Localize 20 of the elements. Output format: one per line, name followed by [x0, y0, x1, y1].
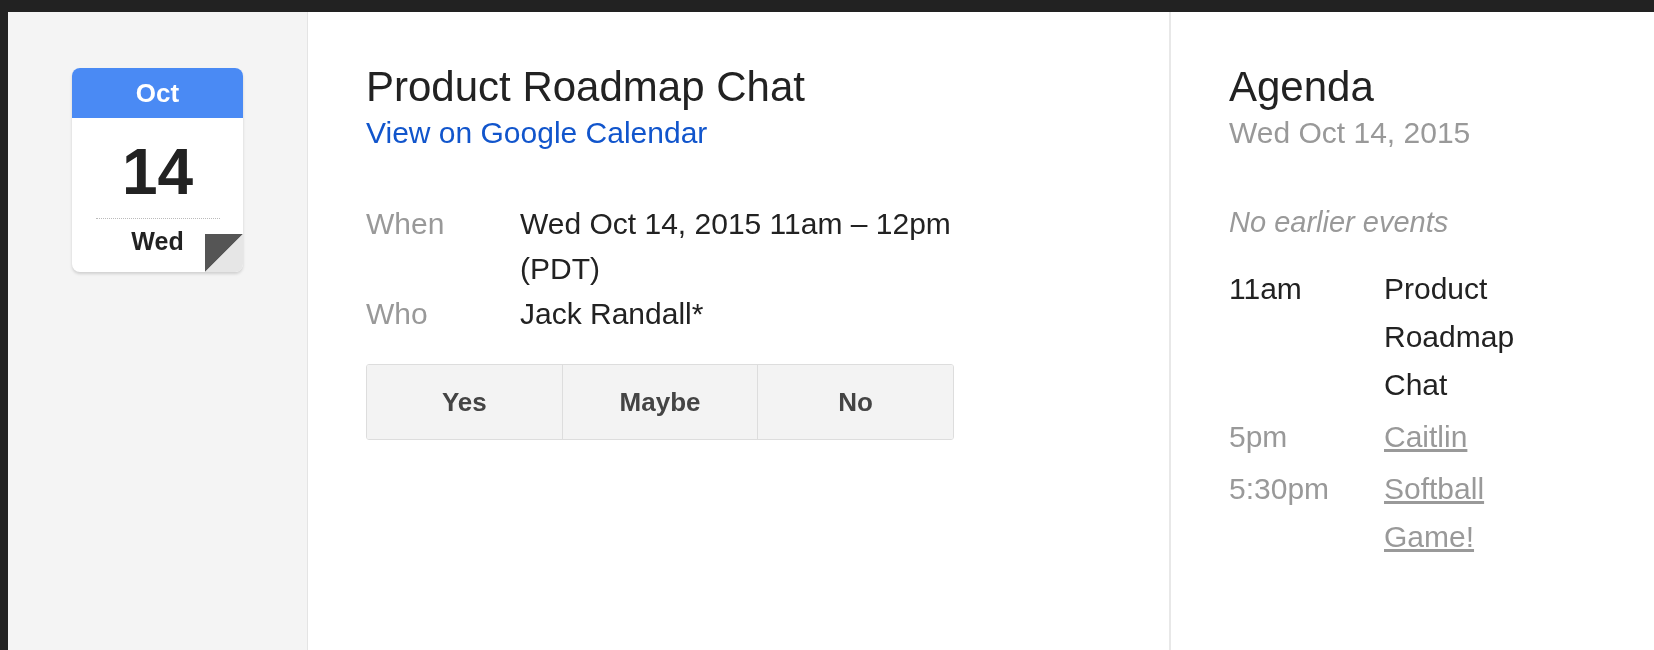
detail-value: Jack Randall*	[520, 296, 705, 333]
agenda-title: Agenda	[1229, 64, 1375, 111]
agenda-date: Wed Oct 14, 2015	[1229, 115, 1472, 152]
event-title: Product Roadmap Chat	[366, 64, 806, 111]
detail-label: Who	[366, 296, 429, 333]
rsvp-button[interactable]: Yes	[367, 365, 563, 440]
event-time: 5:30pm	[1229, 470, 1331, 507]
page-curl-icon	[205, 234, 243, 272]
calendar-link[interactable]: View on Google Calendar	[366, 116, 708, 150]
rsvp-button[interactable]: No	[758, 365, 953, 440]
detail-value: Wed Oct 14, 2015 11am – 12pm (PDT)	[520, 206, 952, 288]
event-name: Product Roadmap Chat	[1384, 270, 1516, 403]
month-label: Oct	[72, 68, 243, 118]
event-time: 5pm	[1229, 418, 1289, 455]
day-number: 14	[121, 140, 194, 204]
rsvp-button[interactable]: Maybe	[562, 365, 759, 440]
weekday-label: Wed	[131, 226, 184, 257]
detail-label: When	[366, 206, 446, 243]
agenda-note: No earlier events	[1229, 205, 1450, 241]
event-time: 11am	[1229, 270, 1303, 307]
